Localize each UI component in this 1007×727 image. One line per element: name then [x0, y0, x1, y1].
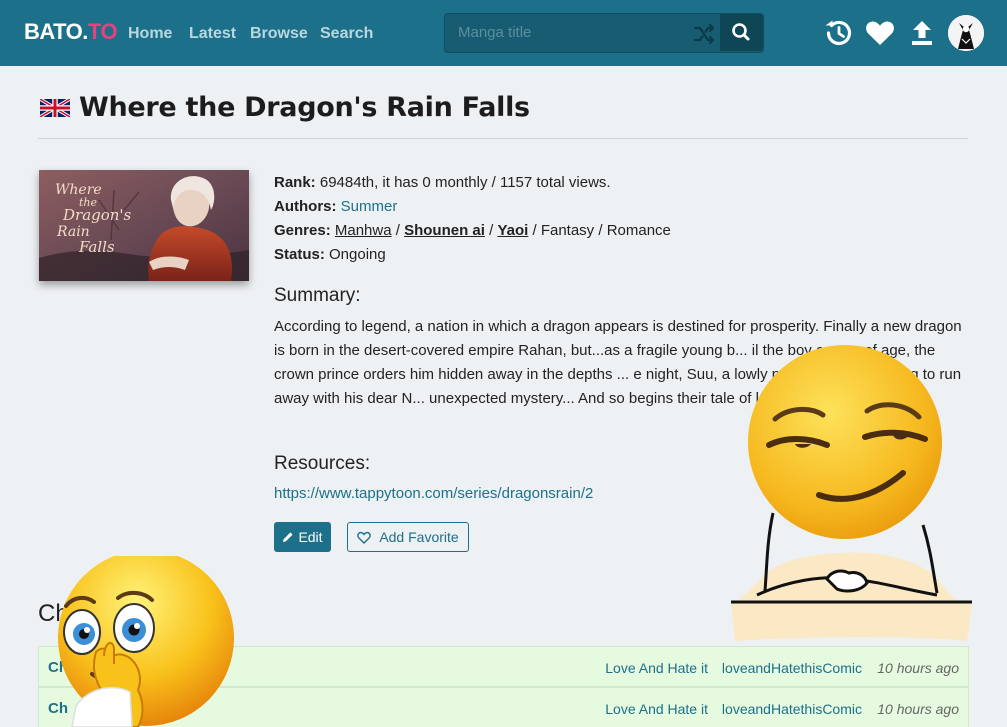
nav-home[interactable]: Home: [128, 25, 172, 43]
svg-text:Dragon's: Dragon's: [62, 206, 132, 224]
status-line: Status: Ongoing: [274, 246, 386, 263]
site-logo[interactable]: BATO.TO: [24, 19, 118, 45]
history-icon[interactable]: [822, 17, 854, 49]
chapter-uploader[interactable]: loveandHatethisComic: [722, 660, 862, 676]
authors-line: Authors: Summer: [274, 198, 398, 215]
chapter-title[interactable]: Ch: [48, 659, 68, 676]
genres-line: Genres: Manhwa / Shounen ai / Yaoi / Fan…: [274, 222, 671, 239]
chapter-row[interactable]: Ch Love And Hate it loveandHatethisComic…: [38, 687, 969, 727]
page-title: Where the Dragon's Rain Falls: [79, 92, 530, 123]
resources-heading: Resources:: [274, 453, 371, 474]
upload-icon[interactable]: [906, 17, 938, 49]
shuffle-icon[interactable]: [693, 23, 715, 45]
nav-browse[interactable]: Browse: [250, 25, 308, 43]
chapter-title[interactable]: Ch: [48, 700, 68, 717]
chapter-group[interactable]: Love And Hate it: [605, 660, 708, 676]
summary-heading: Summary:: [274, 285, 361, 306]
genre-yaoi[interactable]: Yaoi: [497, 222, 528, 239]
resource-link[interactable]: https://www.tappytoon.com/series/dragons…: [274, 485, 593, 502]
chapter-time: 10 hours ago: [877, 660, 959, 676]
chapter-group[interactable]: Love And Hate it: [605, 701, 708, 717]
user-avatar[interactable]: [948, 15, 984, 51]
nav-latest[interactable]: Latest: [189, 25, 236, 43]
heart-outline-icon: [357, 531, 372, 544]
genre-romance: Romance: [606, 222, 671, 239]
search-input[interactable]: [445, 14, 685, 51]
genre-shounen-ai[interactable]: Shounen ai: [404, 222, 485, 239]
svg-text:Falls: Falls: [78, 238, 115, 256]
add-favorite-button[interactable]: Add Favorite: [347, 522, 469, 552]
cover-image[interactable]: Where the Dragon's Rain Falls: [39, 170, 249, 281]
edit-button[interactable]: Edit: [274, 522, 331, 552]
genre-fantasy: Fantasy: [540, 222, 595, 239]
chapter-uploader[interactable]: loveandHatethisComic: [722, 701, 862, 717]
pencil-icon: [283, 532, 294, 542]
search-icon: [732, 23, 750, 41]
uk-flag-icon: [39, 97, 71, 119]
chapter-time: 10 hours ago: [877, 701, 959, 717]
divider: [38, 138, 968, 139]
chapters-heading: Ch: [38, 600, 69, 627]
rank-line: Rank: 69484th, it has 0 monthly / 1157 t…: [274, 174, 611, 191]
search-bar: [444, 13, 764, 53]
genre-manhwa[interactable]: Manhwa: [335, 222, 392, 239]
chapter-row[interactable]: Ch Love And Hate it loveandHatethisComic…: [38, 646, 969, 687]
heart-icon[interactable]: [864, 17, 896, 49]
summary-text: According to legend, a nation in which a…: [274, 318, 962, 407]
nav-search[interactable]: Search: [320, 25, 373, 43]
author-link[interactable]: Summer: [341, 198, 398, 215]
top-navbar: BATO.TO Home Latest Browse Search: [0, 0, 1007, 66]
search-button[interactable]: [720, 14, 763, 51]
